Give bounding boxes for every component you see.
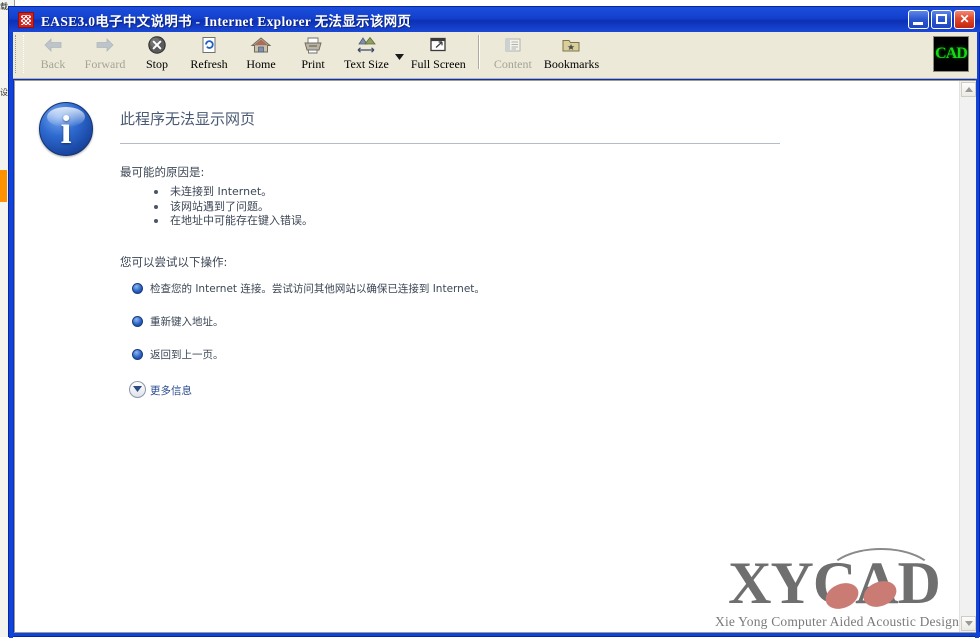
watermark-arc-icon (825, 548, 937, 584)
brand-logo-icon[interactable]: CAD (933, 36, 969, 72)
refresh-icon (197, 34, 221, 56)
horizontal-rule (120, 143, 780, 144)
toolbar-button-refresh[interactable]: Refresh (183, 32, 235, 76)
window-frame-left (9, 7, 13, 638)
toolbar-label-print: Print (301, 57, 325, 71)
action-list-item: 重新键入地址。 (120, 315, 820, 329)
text-size-icon (354, 34, 378, 56)
stop-icon (145, 34, 169, 56)
info-icon-glyph: i (60, 107, 72, 152)
error-heading: 此程序无法显示网页 (120, 110, 256, 128)
toolbar-button-stop[interactable]: Stop (131, 32, 183, 76)
toolbar-label-back: Back (40, 57, 66, 71)
toolbar-button-bookmarks[interactable]: Bookmarks (539, 32, 604, 76)
close-button[interactable]: ✕ (954, 10, 975, 29)
actions-list: 检查您的 Internet 连接。尝试访问其他网站以确保已连接到 Interne… (120, 282, 820, 362)
cause-list-item: 未连接到 Internet。 (154, 185, 820, 199)
toolbar-separator (477, 35, 480, 69)
toolbar-button-content[interactable]: Content (487, 32, 539, 76)
watermark: XYCAD Xie Yong Computer Aided Acoustic D… (715, 548, 959, 630)
watermark-title-text: XYCAD (728, 550, 941, 616)
more-information-row: 更多信息 (120, 380, 820, 399)
printer-icon (301, 34, 325, 56)
toolbar-button-home[interactable]: Home (235, 32, 287, 76)
minimize-icon (913, 22, 923, 25)
content-list-icon (501, 34, 525, 56)
actions-heading: 您可以尝试以下操作: (120, 254, 228, 269)
title-bar[interactable]: EASE3.0电子中文说明书 - Internet Explorer 无法显示该… (9, 7, 980, 32)
home-icon (249, 34, 273, 56)
maximize-icon (936, 14, 947, 24)
toolbar-button-full-screen[interactable]: Full Screen (406, 32, 471, 76)
cause-list-item: 该网站遇到了问题。 (154, 200, 820, 214)
toolbar-button-print[interactable]: Print (287, 32, 339, 76)
causes-heading: 最可能的原因是: (120, 165, 205, 179)
toolbar-label-bookmarks: Bookmarks (543, 57, 600, 71)
text-size-dropdown-caret[interactable] (394, 32, 406, 74)
bullet-sphere-icon (132, 282, 143, 294)
chevron-down-icon (964, 621, 973, 626)
toolbar-button-forward[interactable]: Forward (79, 32, 131, 76)
toolbar-button-back[interactable]: Back (27, 32, 79, 76)
bookmarks-icon (559, 34, 583, 56)
internet-explorer-window: EASE3.0电子中文说明书 - Internet Explorer 无法显示该… (8, 6, 980, 638)
toolbar-drag-grip[interactable] (15, 35, 24, 73)
causes-list: 未连接到 Internet。 该网站遇到了问题。 在地址中可能存在键入错误。 (120, 185, 820, 228)
vertical-scrollbar[interactable] (959, 81, 976, 632)
error-content: 此程序无法显示网页 最可能的原因是: 未连接到 Internet。 该网站遇到了… (120, 109, 820, 399)
toolbar-button-text-size[interactable]: Text Size (339, 32, 394, 76)
chevron-down-icon (395, 54, 405, 60)
toolbar-label-content: Content (493, 57, 532, 71)
browser-content-area: i 此程序无法显示网页 最可能的原因是: 未连接到 Internet。 该网站遇… (14, 80, 976, 633)
action-list-item-text: 重新键入地址。 (150, 315, 224, 328)
error-page: i 此程序无法显示网页 最可能的原因是: 未连接到 Internet。 该网站遇… (15, 81, 959, 632)
toolbar-label-text-size: Text Size (344, 57, 389, 71)
action-list-item-text: 检查您的 Internet 连接。尝试访问其他网站以确保已连接到 Interne… (150, 282, 485, 295)
window-title: EASE3.0电子中文说明书 - Internet Explorer 无法显示该… (41, 13, 412, 29)
toolbar-label-forward: Forward (84, 57, 126, 71)
action-list-item-text: 返回到上一页。 (150, 348, 224, 361)
window-controls: ✕ (908, 10, 975, 29)
scrollbar-up-arrow[interactable] (961, 82, 976, 97)
action-list-item: 返回到上一页。 (120, 348, 820, 362)
watermark-note-icon (821, 578, 863, 614)
watermark-title: XYCAD (715, 548, 953, 616)
minimize-button[interactable] (908, 10, 929, 29)
toolbar-label-home: Home (246, 57, 276, 71)
full-screen-icon (426, 34, 450, 56)
arrow-left-icon (41, 34, 65, 56)
chevron-up-icon (964, 87, 973, 92)
chevron-down-circle-icon[interactable] (129, 380, 146, 398)
background-window-orange-marker (0, 170, 7, 202)
toolbar-label-refresh: Refresh (190, 57, 228, 71)
more-information-link[interactable]: 更多信息 (150, 384, 192, 398)
watermark-subtitle: Xie Yong Computer Aided Acoustic Design (715, 614, 959, 629)
maximize-button[interactable] (931, 10, 952, 29)
info-icon: i (39, 102, 93, 156)
scrollbar-down-arrow[interactable] (961, 616, 976, 631)
arrow-right-icon (93, 34, 117, 56)
bullet-sphere-icon (132, 348, 143, 360)
application-icon (18, 11, 34, 28)
toolbar-label-full-screen: Full Screen (410, 57, 466, 71)
bullet-sphere-icon (132, 315, 143, 327)
close-icon: ✕ (959, 12, 970, 26)
toolbar-label-stop: Stop (145, 57, 168, 71)
watermark-note-icon (859, 576, 901, 612)
cause-list-item: 在地址中可能存在键入错误。 (154, 214, 820, 228)
browser-toolbar: Back Forward Stop Refresh Home Print Tex… (13, 32, 977, 79)
brand-logo-text: CAD (935, 45, 968, 62)
action-list-item: 检查您的 Internet 连接。尝试访问其他网站以确保已连接到 Interne… (120, 282, 820, 296)
